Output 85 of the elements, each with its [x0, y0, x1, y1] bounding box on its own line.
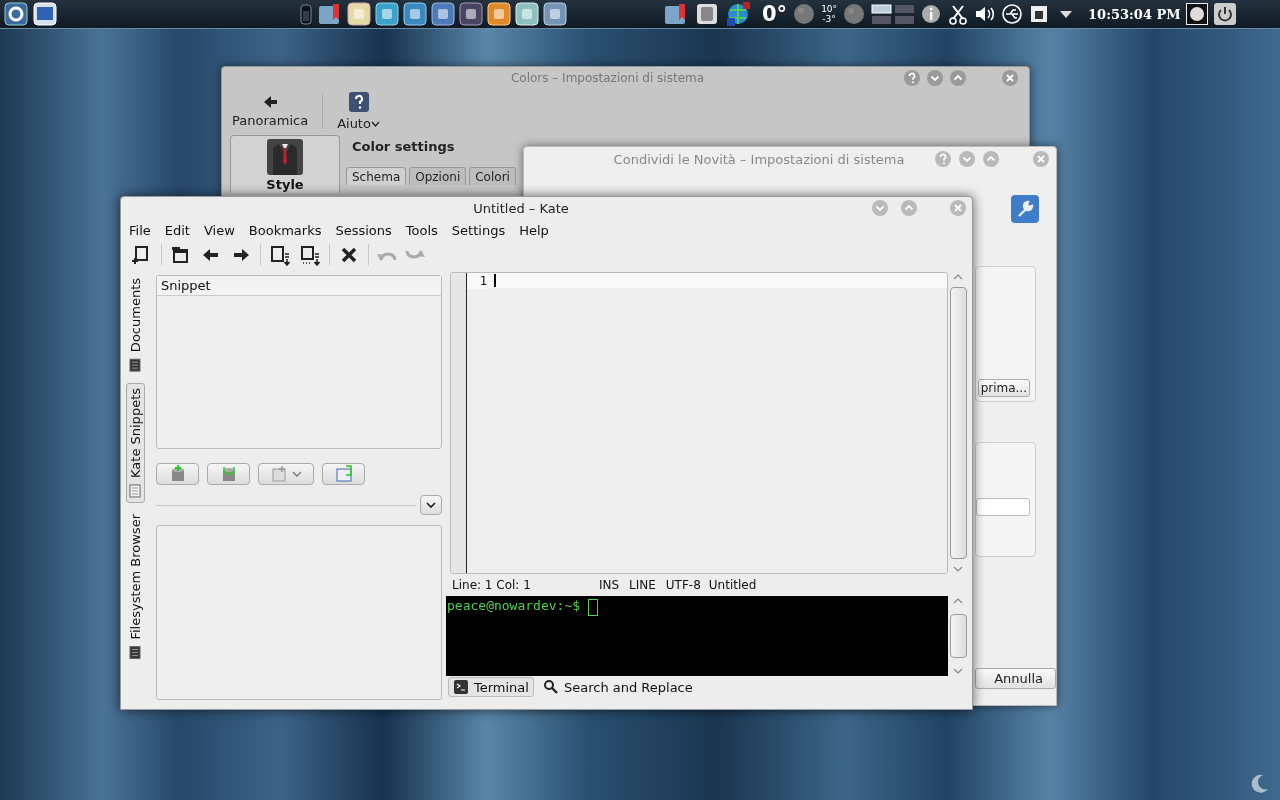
scrollbar-thumb[interactable] — [949, 614, 967, 658]
column-header: Snippet — [157, 276, 441, 296]
sidebar-item[interactable]: Style — [230, 135, 340, 193]
menu-item[interactable]: Edit — [164, 222, 190, 238]
moon-icon — [842, 2, 867, 26]
menu-item[interactable]: Sessions — [335, 222, 392, 238]
text-editor[interactable]: 1 — [450, 272, 948, 574]
status-text: UTF-8 — [665, 578, 701, 592]
side-tab[interactable]: Filesystem Browser — [125, 509, 145, 665]
window-title: Colors – Impostazioni di sistema — [509, 71, 706, 85]
application-menu-icon[interactable] — [4, 2, 28, 26]
help-button[interactable] — [903, 69, 921, 87]
power-icon[interactable] — [1212, 2, 1237, 26]
cancel-button[interactable]: Annulla — [975, 668, 1056, 689]
help-icon — [347, 91, 370, 113]
side-tab[interactable]: Documents — [125, 273, 145, 378]
terminal[interactable]: peace@nowardev:~$ — [446, 596, 948, 676]
forecast-low: -3° — [822, 14, 836, 24]
add-repository-button[interactable] — [156, 463, 199, 485]
status-text: Untitled — [708, 578, 757, 592]
tab[interactable]: Colori — [469, 167, 516, 185]
caret-icon — [292, 470, 302, 478]
document-icon — [128, 645, 142, 660]
moon-icon — [792, 2, 817, 26]
document-icon — [128, 358, 142, 373]
suit-icon — [267, 139, 303, 175]
scissors-icon[interactable] — [947, 3, 970, 25]
collapse-button[interactable] — [420, 495, 442, 515]
temperature: 0° — [762, 2, 788, 26]
menu-item[interactable]: Help — [519, 222, 549, 238]
document-down-button[interactable] — [299, 244, 321, 266]
help-button[interactable]: Aiuto — [335, 91, 382, 131]
app-icon[interactable] — [487, 2, 511, 26]
menu-item[interactable]: Bookmarks — [248, 222, 322, 238]
search-icon — [542, 679, 559, 695]
app-icon[interactable] — [431, 2, 455, 26]
scroll-up-icon[interactable] — [953, 273, 963, 281]
app-icon[interactable] — [543, 2, 567, 26]
chevron-icon — [426, 501, 436, 509]
side-tab[interactable]: Kate Snippets — [125, 383, 145, 504]
menu-item[interactable]: Tools — [405, 222, 438, 238]
document-down-icon — [299, 244, 321, 266]
globe-icon[interactable] — [725, 1, 751, 27]
scrollbar-thumb[interactable] — [949, 287, 967, 559]
menu-item[interactable]: File — [129, 222, 151, 238]
app-icon[interactable] — [375, 2, 399, 26]
pager-icon[interactable] — [871, 3, 916, 25]
status-text: LINE — [629, 578, 656, 592]
terminal-cursor — [588, 599, 599, 616]
forecast-high: 10° — [821, 4, 838, 14]
usb-icon[interactable] — [1001, 3, 1024, 25]
bottom-tab[interactable]: Terminal — [448, 677, 534, 697]
back-arrow-icon — [262, 94, 279, 110]
document-down-button[interactable] — [269, 244, 291, 266]
edit-repository-button[interactable] — [207, 463, 250, 485]
app-icon[interactable] — [347, 2, 371, 26]
wrench-icon — [1010, 194, 1040, 224]
info-icon[interactable] — [920, 3, 943, 25]
app-icon[interactable] — [403, 2, 427, 26]
caret-icon — [370, 119, 380, 128]
bottom-tab[interactable]: Search and Replace — [537, 677, 698, 697]
window-title: Untitled – Kate — [472, 200, 570, 216]
window-title: Condividi le Novità – Impostazioni di sistema — [612, 151, 906, 167]
status-text: Line: 1 Col: 1 — [452, 578, 531, 592]
button[interactable]: prima... — [977, 379, 1030, 397]
clock: 10:53:04 PM — [1088, 6, 1181, 22]
tab[interactable]: Schema — [346, 167, 407, 185]
terminal-icon — [453, 679, 469, 695]
scroll-down-icon[interactable] — [953, 667, 963, 675]
document-down-icon — [269, 244, 291, 266]
section-heading: Color settings — [352, 139, 456, 155]
status-text: INS — [598, 578, 619, 592]
back-button[interactable]: Panoramica — [230, 94, 311, 128]
desktop-icon[interactable] — [33, 2, 57, 26]
app-icon[interactable] — [459, 2, 483, 26]
tab[interactable]: Opzioni — [409, 167, 467, 185]
text-field[interactable] — [976, 498, 1030, 516]
line-number: 1 — [467, 273, 487, 289]
menu-item[interactable]: View — [203, 222, 235, 238]
menu-item[interactable]: Settings — [451, 222, 506, 238]
text-cursor — [494, 274, 496, 287]
document-icon — [128, 484, 142, 499]
scroll-down-icon[interactable] — [953, 565, 963, 573]
scroll-up-icon[interactable] — [953, 597, 963, 605]
terminal-prompt: peace@nowardev:~$ — [447, 598, 581, 613]
